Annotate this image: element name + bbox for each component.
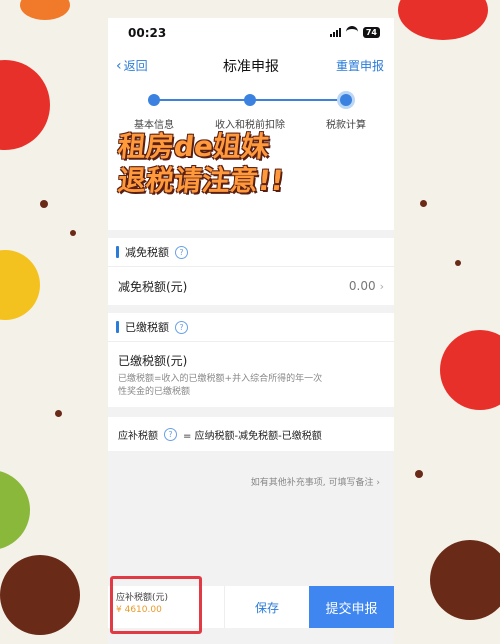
phone-screen: 00:23 74 ‹ 返回 标准申报 重置申报 基本信息 收入和税前扣除 税款计… [108, 18, 394, 644]
bg-dot [40, 200, 48, 208]
step-node-3 [340, 94, 352, 106]
formula-label: 应补税额 [118, 430, 158, 442]
status-time: 00:23 [128, 26, 167, 40]
battery-icon: 74 [362, 26, 380, 38]
status-icons: 74 [329, 26, 380, 38]
nav-bar: ‹ 返回 标准申报 重置申报 [108, 48, 394, 82]
reduction-header: 减免税额 ? [108, 238, 394, 266]
step-node-1 [148, 94, 160, 106]
highlight-box [110, 576, 202, 634]
bg-dot [0, 60, 50, 150]
chevron-right-icon: › [379, 279, 384, 293]
bg-dot [0, 250, 40, 320]
paid-section-title: 已缴税额 [125, 321, 169, 334]
bg-dot [455, 260, 461, 266]
overlay-caption: 租房de姐妹 退税请注意!! [116, 130, 388, 198]
paid-description: 已缴税额=收入的已缴税额+并入综合所得的年一次性奖金的已缴税额 [118, 374, 323, 397]
paid-label: 已缴税额(元) [118, 354, 188, 368]
section-marker [116, 321, 119, 333]
amount-due: 应补税额(元) ¥ 4610.00 [108, 576, 224, 634]
overlay-line-2: 退税请注意!! [116, 164, 286, 197]
help-icon[interactable]: ? [175, 245, 188, 259]
save-button[interactable]: 保存 [224, 586, 309, 628]
section-marker [116, 246, 119, 258]
bg-dot [0, 555, 80, 635]
bg-dot [415, 470, 423, 478]
wifi-icon [345, 26, 358, 38]
bg-dot [398, 0, 488, 40]
status-bar: 00:23 74 [108, 18, 394, 48]
chevron-right-icon: › [376, 478, 380, 488]
formula-row: 应补税额 ? = 应纳税额-减免税额-已缴税额 [108, 417, 394, 451]
reduction-section-title: 减免税额 [125, 246, 169, 259]
submit-button[interactable]: 提交申报 [309, 586, 394, 628]
reduction-value: 0.00 [348, 279, 376, 293]
reset-declaration-button[interactable]: 重置申报 [336, 57, 384, 74]
bg-dot [20, 0, 70, 20]
paid-header: 已缴税额 ? [108, 313, 394, 341]
bg-dot [430, 540, 500, 620]
bg-dot [55, 410, 62, 417]
signal-icon [329, 27, 341, 37]
reduction-section: 减免税额 ? 减免税额(元) 0.00 › [108, 238, 394, 305]
step-label-1: 基本信息 [134, 120, 174, 131]
help-icon[interactable]: ? [164, 427, 177, 441]
remarks-link[interactable]: 如有其他补充事项, 可填写备注 › [251, 475, 380, 488]
step-node-2 [244, 94, 256, 106]
step-label-2: 收入和税前扣除 [215, 120, 285, 131]
reduction-label: 减免税额(元) [118, 279, 188, 294]
bg-dot [0, 470, 30, 550]
formula-text: = 应纳税额-减免税额-已缴税额 [183, 430, 322, 442]
remarks-text: 如有其他补充事项, 可填写备注 [250, 478, 374, 488]
bg-dot [420, 200, 427, 207]
step-label-3: 税款计算 [326, 120, 366, 131]
overlay-line-1: 租房de姐妹 [116, 130, 271, 163]
bottom-bar: 应补税额(元) ¥ 4610.00 保存 提交申报 [108, 576, 394, 634]
bg-dot [70, 230, 76, 236]
help-icon[interactable]: ? [175, 320, 188, 334]
paid-section: 已缴税额 ? 已缴税额(元) 已缴税额=收入的已缴税额+并入综合所得的年一次性奖… [108, 313, 394, 407]
bg-dot [440, 330, 500, 410]
paid-row[interactable]: 已缴税额(元) 已缴税额=收入的已缴税额+并入综合所得的年一次性奖金的已缴税额 [108, 341, 394, 407]
reduction-row[interactable]: 减免税额(元) 0.00 › [108, 266, 394, 305]
